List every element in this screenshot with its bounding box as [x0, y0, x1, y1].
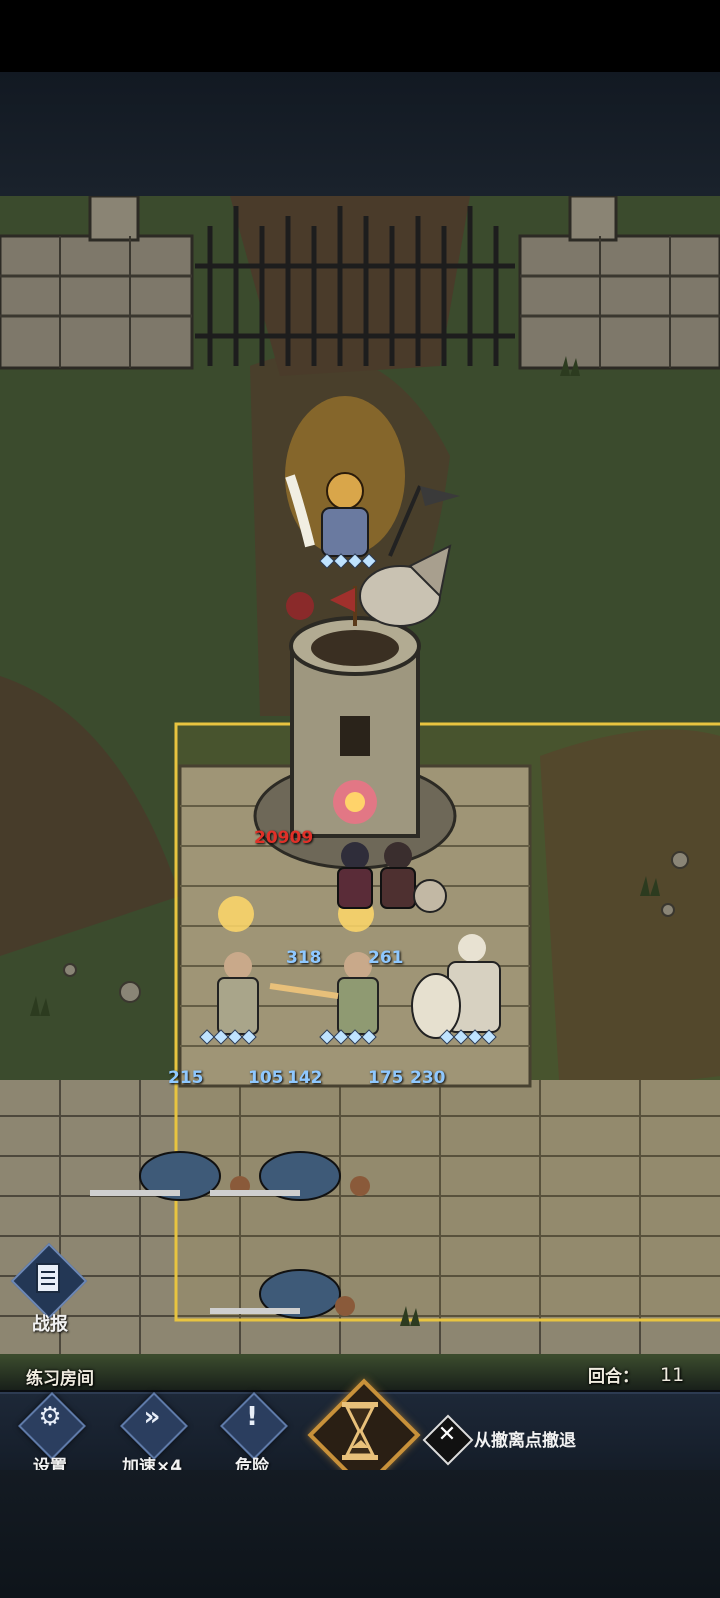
speed-button[interactable]: » 加速×4 [116, 1392, 188, 1477]
upper-dark-band [0, 72, 720, 196]
enemy-unit-1[interactable] [337, 842, 373, 909]
unit-number: 318 [286, 948, 322, 968]
unit-number: 261 [368, 948, 404, 968]
fast-forward-icon: » [143, 1402, 161, 1432]
crossed-swords-icon: ✕ [437, 1422, 457, 1447]
end-turn-hourglass-button[interactable] [307, 1378, 421, 1492]
unit-number: 230 [410, 1068, 446, 1088]
danger-button[interactable]: ! 危险 [216, 1392, 288, 1477]
unit-number: 215 [168, 1068, 204, 1088]
unit-number: 175 [368, 1068, 404, 1088]
damage-number: 20909 [254, 828, 314, 848]
lower-dark-band [0, 1470, 720, 1598]
hourglass-icon [342, 1402, 378, 1460]
room-name: 练习房间 [26, 1369, 94, 1389]
round-value: 11 [660, 1364, 685, 1386]
document-icon [36, 1263, 60, 1293]
battle-report-label: 战报 [32, 1314, 68, 1335]
settings-button[interactable]: ⚙ 设置 [14, 1392, 86, 1477]
unit-number: 142 [287, 1068, 323, 1088]
unit-number: 105 [248, 1068, 284, 1088]
battlefield-map[interactable] [0, 196, 720, 1390]
exclamation-icon: ! [246, 1402, 258, 1432]
status-bar [0, 0, 720, 72]
round-label: 回合： [588, 1367, 639, 1387]
battle-report-button[interactable]: 战报 [6, 1242, 94, 1340]
retreat-label: 从撤离点撤退 [474, 1431, 576, 1451]
gear-icon: ⚙ [38, 1402, 62, 1432]
